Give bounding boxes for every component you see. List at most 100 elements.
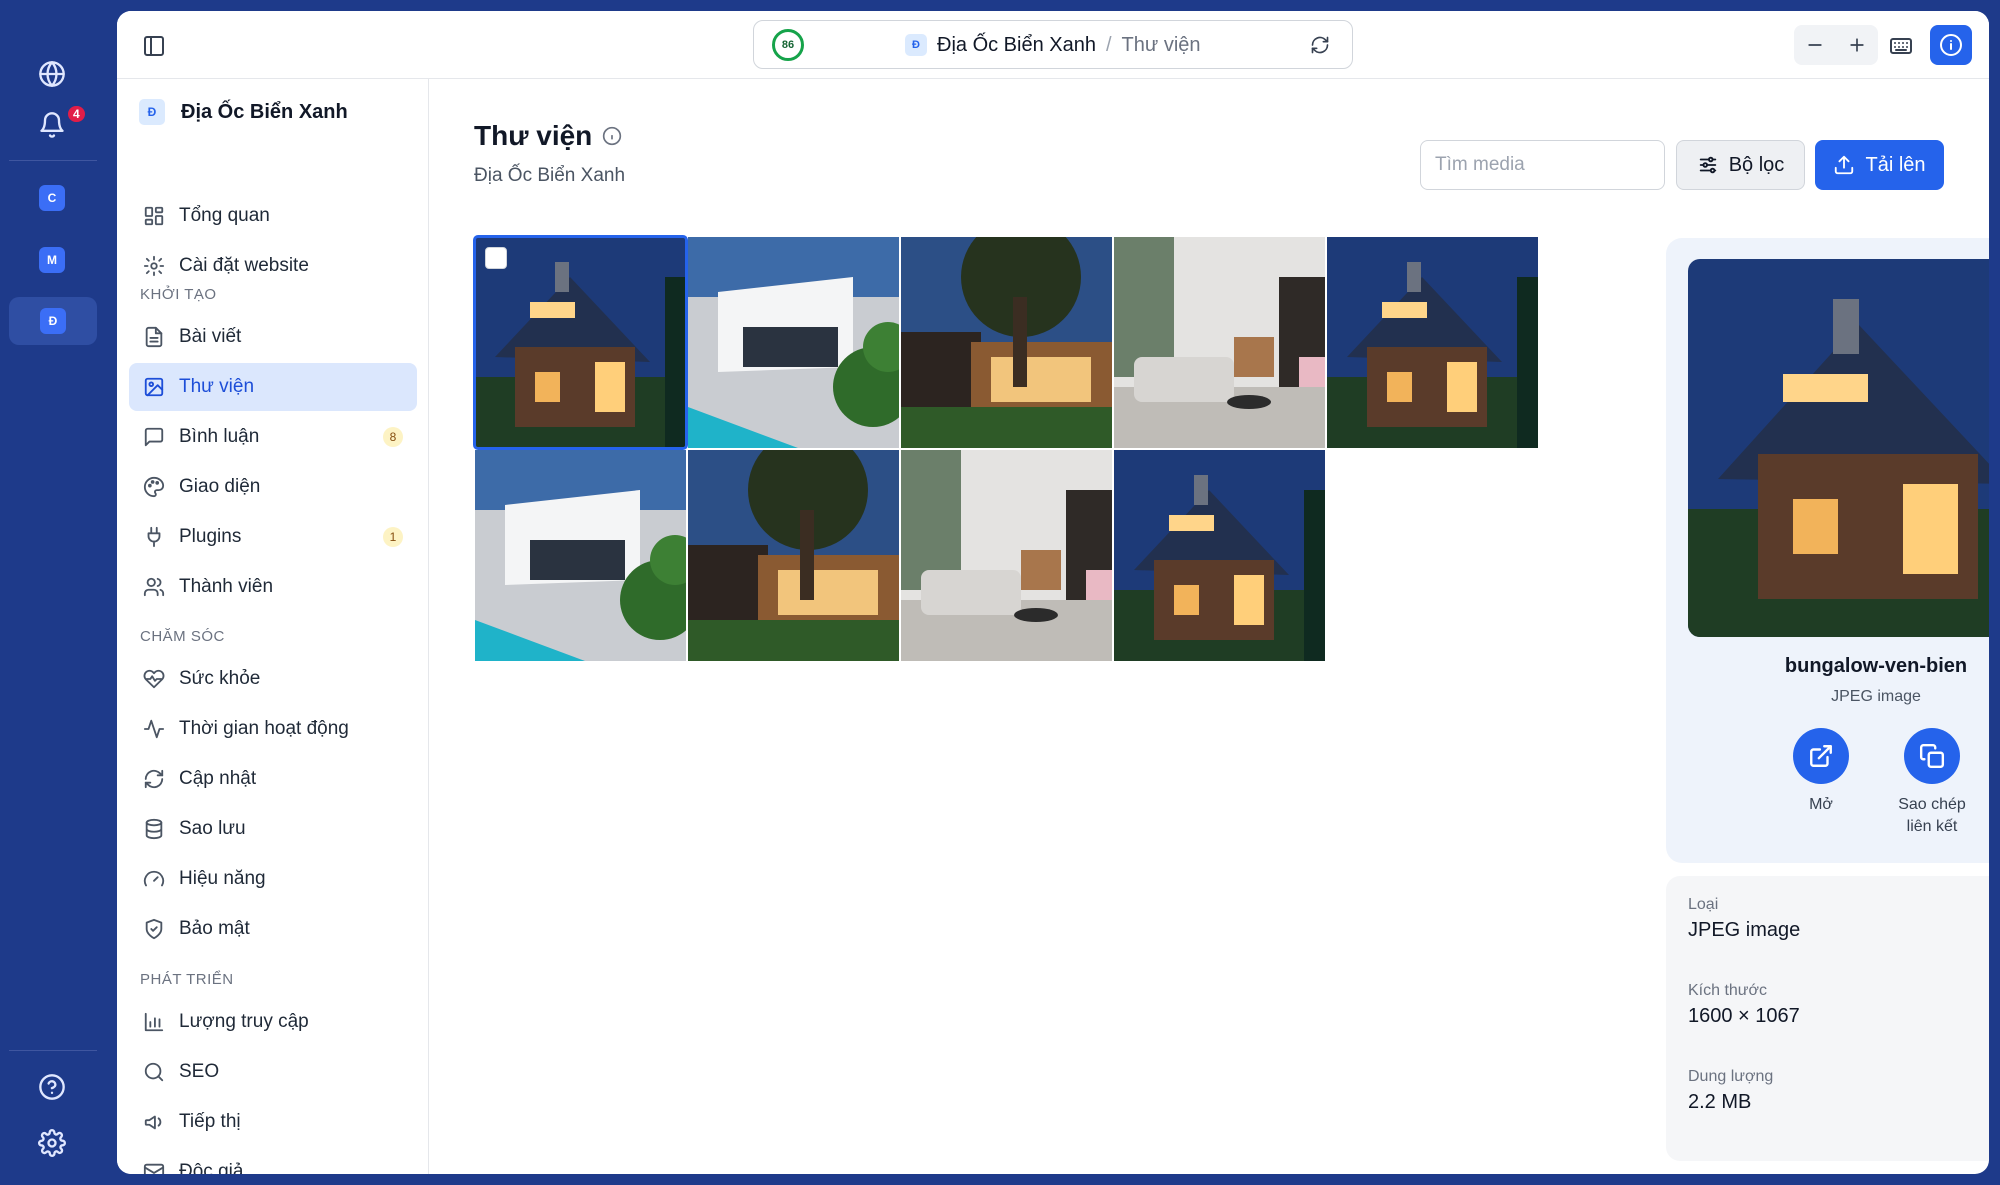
sidebar-item-comments[interactable]: Bình luận 8	[129, 413, 417, 461]
address-bar[interactable]: 86 Đ Địa Ốc Biển Xanh / Thư viện	[753, 20, 1353, 69]
app-rail: 4 C M Đ	[0, 0, 117, 1185]
sidebar-item-updates[interactable]: Cập nhật	[129, 755, 417, 803]
sidebar-item-seo[interactable]: SEO	[129, 1048, 417, 1096]
plug-icon	[147, 526, 161, 548]
site-switcher[interactable]: Đ Địa Ốc Biển Xanh	[139, 99, 348, 125]
open-action[interactable]: Mở	[1761, 728, 1881, 816]
sidebar-item-label: Sức khỏe	[179, 668, 261, 689]
sidebar-item-overview[interactable]: Tổng quan	[129, 192, 417, 240]
media-item[interactable]	[688, 450, 899, 661]
sidebar-item-uptime[interactable]: Thời gian hoạt động	[129, 705, 417, 753]
sidebar-item-label: Plugins	[179, 526, 242, 547]
white-villa-image	[475, 450, 686, 661]
zoom-out-button[interactable]	[1794, 25, 1836, 65]
keyboard-button[interactable]	[1886, 31, 1916, 61]
plus-icon	[1850, 38, 1864, 52]
sidebar-item-label: Thư viện	[179, 376, 255, 397]
sidebar-item-label: Thời gian hoạt động	[179, 718, 349, 739]
image-icon	[144, 377, 164, 397]
upload-icon	[1835, 155, 1854, 175]
filter-label: Bộ lọc	[1728, 153, 1785, 176]
refresh-icon	[144, 769, 164, 789]
palette-icon	[143, 476, 165, 498]
help-icon	[39, 1074, 65, 1100]
shield-icon	[145, 918, 163, 940]
house-night-image	[475, 237, 686, 448]
rail-divider	[9, 160, 97, 161]
help-button[interactable]	[22, 1062, 82, 1112]
sidebar-item-library[interactable]: Thư viện	[129, 363, 417, 411]
sidebar-item-appearance[interactable]: Giao diện	[129, 463, 417, 511]
copy-link-button[interactable]	[1904, 728, 1960, 784]
sidebar-item-plugins[interactable]: Plugins 1	[129, 513, 417, 561]
top-bar: 86 Đ Địa Ốc Biển Xanh / Thư viện	[117, 11, 1989, 79]
sidebar-item-backup[interactable]: Sao lưu	[129, 805, 417, 853]
media-item[interactable]	[688, 237, 899, 448]
toggle-sidebar-button[interactable]	[139, 31, 169, 61]
sidebar-item-marketing[interactable]: Tiếp thị	[129, 1098, 417, 1146]
media-filename: bungalow-ven-bien	[1784, 655, 1968, 677]
sidebar-item-label: Tiếp thị	[179, 1111, 241, 1132]
site-avatar: Đ	[139, 99, 165, 125]
copy-link-action[interactable]: Sao chép liên kết	[1872, 728, 1989, 838]
app-window: 86 Đ Địa Ốc Biển Xanh / Thư viện Đ Địa Ố	[117, 11, 1989, 1174]
living-room-image	[1114, 237, 1325, 448]
breadcrumb-site[interactable]: Địa Ốc Biển Xanh	[937, 34, 1096, 57]
workspace-avatar: M	[39, 247, 65, 273]
sidebar-item-label: Độc giả	[179, 1161, 244, 1174]
select-checkbox[interactable]	[485, 247, 507, 269]
open-button[interactable]	[1793, 728, 1849, 784]
sidebar-item-health[interactable]: Sức khỏe	[129, 655, 417, 703]
workspace-avatar: C	[39, 185, 65, 211]
zoom-in-button[interactable]	[1836, 25, 1878, 65]
workspace-d[interactable]: Đ	[9, 297, 97, 345]
media-item[interactable]	[901, 450, 1112, 661]
meta-value-dimensions: 1600 × 1067	[1688, 1005, 1800, 1027]
media-item[interactable]	[1114, 450, 1325, 661]
media-item[interactable]	[1327, 237, 1538, 448]
sidebar-item-label: Sao lưu	[179, 818, 246, 839]
media-item[interactable]	[1114, 237, 1325, 448]
sidebar-item-traffic[interactable]: Lượng truy cập	[129, 998, 417, 1046]
rail-divider	[9, 1050, 97, 1051]
sidebar-item-readers[interactable]: Độc giả	[129, 1148, 417, 1174]
section-heading-create: KHỞI TẠO	[140, 286, 217, 303]
workspace-c[interactable]: C	[22, 173, 82, 223]
sidebar-item-performance[interactable]: Hiệu năng	[129, 855, 417, 903]
sidebar-item-posts[interactable]: Bài viết	[129, 313, 417, 361]
sidebar-item-label: Bài viết	[179, 326, 242, 347]
copy-icon	[1919, 743, 1945, 769]
sidebar-item-website-settings[interactable]: Cài đặt website	[129, 242, 417, 290]
media-item[interactable]	[475, 450, 686, 661]
info-button[interactable]	[1930, 25, 1972, 65]
copy-link-label-line2: liên kết	[1906, 818, 1958, 835]
sidebar-item-members[interactable]: Thành viên	[129, 563, 417, 611]
upload-button[interactable]: Tải lên	[1815, 140, 1944, 190]
count-badge: 1	[383, 527, 403, 547]
breadcrumb: Đ Địa Ốc Biển Xanh / Thư viện	[905, 31, 1201, 59]
media-search-input[interactable]	[1420, 140, 1665, 190]
media-item[interactable]	[901, 237, 1112, 448]
meta-key-dimensions: Kích thước	[1688, 982, 1768, 999]
activity-icon	[143, 719, 165, 739]
settings-button[interactable]	[22, 1118, 82, 1168]
filter-button[interactable]: Bộ lọc	[1676, 140, 1805, 190]
media-detail-panel: bungalow-ven-bien JPEG image Mở Sao chép…	[1666, 238, 1989, 863]
external-link-icon	[1810, 745, 1832, 767]
sidebar-item-label: Lượng truy cập	[179, 1011, 309, 1032]
sliders-icon	[1699, 156, 1716, 174]
meta-key-size: Dung lượng	[1688, 1068, 1774, 1085]
zoom-controls	[1794, 25, 1878, 65]
open-label: Mở	[1809, 796, 1833, 813]
globe-button[interactable]	[22, 49, 82, 99]
reload-button[interactable]	[1308, 33, 1332, 57]
site-avatar: Đ	[905, 34, 927, 56]
media-item[interactable]	[473, 235, 688, 450]
breadcrumb-separator: /	[1105, 33, 1112, 56]
notifications-button[interactable]: 4	[22, 100, 87, 150]
workspace-m[interactable]: M	[22, 235, 82, 285]
info-icon[interactable]	[602, 126, 622, 146]
meta-key-type: Loại	[1688, 896, 1719, 913]
sidebar-item-security[interactable]: Bảo mật	[129, 905, 417, 953]
bell-icon	[40, 112, 64, 138]
